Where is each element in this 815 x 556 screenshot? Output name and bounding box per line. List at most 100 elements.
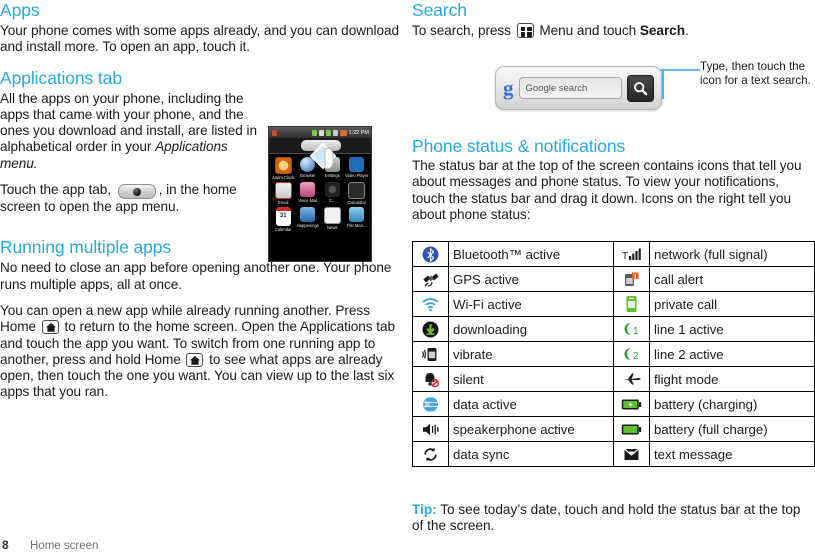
manual-page: Apps Your phone comes with some apps alr… bbox=[0, 0, 815, 556]
download-icon bbox=[422, 321, 439, 337]
label-flight-mode: flight mode bbox=[649, 366, 815, 392]
search-input[interactable]: Google search bbox=[518, 77, 622, 99]
phone-app-item: Calculator bbox=[345, 182, 370, 205]
data-sync-icon bbox=[424, 447, 437, 461]
label-data-active: data active bbox=[448, 391, 614, 417]
speakerphone-icon bbox=[423, 423, 439, 435]
icon-cell-gps bbox=[412, 266, 449, 292]
label-speakerphone: speakerphone active bbox=[448, 416, 614, 442]
phone-app-label: Happenings bbox=[296, 223, 319, 228]
label-data-sync: data sync bbox=[448, 441, 614, 467]
table-row: speakerphone active battery (full charge… bbox=[412, 416, 815, 442]
table-row: data sync text message bbox=[412, 441, 815, 467]
label-battery-charging: battery (charging) bbox=[649, 391, 815, 417]
phone-status-icon-table: Bluetooth™ active T network (full signal… bbox=[412, 241, 815, 467]
phone-app-item: Voice Mail bbox=[296, 182, 321, 205]
label-network: network (full signal) bbox=[649, 241, 815, 267]
search-icon-button[interactable] bbox=[627, 74, 654, 102]
airplane-icon bbox=[622, 373, 641, 385]
icon-cell-battery-charging bbox=[613, 391, 650, 417]
home-key-icon-2 bbox=[186, 352, 204, 367]
app-tab-icon bbox=[117, 184, 156, 200]
label-bluetooth: Bluetooth™ active bbox=[448, 241, 614, 267]
private-call-icon bbox=[626, 296, 637, 312]
tip-paragraph: Tip: To see today’s date, touch and hold… bbox=[412, 502, 815, 535]
table-row: Wi-Fi active private call bbox=[412, 291, 815, 317]
icon-cell-line2: 2 bbox=[613, 341, 650, 367]
browser-icon bbox=[300, 157, 316, 172]
svg-text:2: 2 bbox=[633, 351, 639, 362]
video-player-icon bbox=[349, 157, 365, 172]
line-1-icon: 1 bbox=[624, 323, 639, 337]
icon-cell-signal: T bbox=[613, 241, 650, 267]
google-search-widget[interactable]: g Google search bbox=[495, 66, 662, 110]
svg-text:T: T bbox=[622, 251, 628, 262]
callout-text: Type, then touch the icon for a text sea… bbox=[700, 60, 811, 87]
google-search-widget-container: g Google search bbox=[495, 66, 662, 110]
line-2-icon: 2 bbox=[624, 348, 639, 362]
paragraph-applications-tab-1: All the apps on your phone, including th… bbox=[0, 91, 258, 172]
label-private-call: private call bbox=[649, 291, 815, 317]
phone-app-item: Email bbox=[271, 182, 296, 205]
label-gps: GPS active bbox=[448, 266, 614, 292]
call-alert-icon bbox=[625, 272, 639, 286]
wifi-icon bbox=[422, 297, 439, 311]
label-silent: silent bbox=[448, 366, 614, 392]
label-battery-full: battery (full charge) bbox=[649, 416, 815, 442]
bluetooth-icon bbox=[422, 246, 439, 262]
right-column: Search To search, press Menu and touch S… bbox=[412, 0, 815, 222]
search-text-c: . bbox=[684, 23, 689, 38]
label-line2: line 2 active bbox=[649, 341, 815, 367]
phone-app-item: C... bbox=[320, 182, 345, 205]
status-notification-icon bbox=[272, 129, 277, 136]
phone-app-item: Happenings bbox=[296, 207, 321, 232]
para-text-b: Touch the app tab, bbox=[0, 182, 115, 198]
phone-app-item: Settings bbox=[320, 157, 345, 180]
status-signal-icon bbox=[332, 129, 338, 136]
icon-cell-call-alert bbox=[613, 266, 650, 292]
label-line1: line 1 active bbox=[649, 316, 815, 342]
phone-app-label: Calculator bbox=[347, 200, 367, 205]
gps-satellite-icon bbox=[422, 273, 439, 287]
label-vibrate: vibrate bbox=[448, 341, 614, 367]
label-call-alert: call alert bbox=[649, 266, 815, 292]
phone-app-label: Settings bbox=[324, 173, 340, 178]
paragraph-apps-intro: Your phone comes with some apps already,… bbox=[0, 23, 399, 55]
file-manager-icon bbox=[349, 207, 365, 222]
table-row: data active battery (charging) bbox=[412, 391, 815, 417]
footer-chapter-label: Home screen bbox=[30, 540, 99, 552]
silent-bell-icon bbox=[425, 372, 439, 387]
phone-clock: 1:22 PM bbox=[348, 129, 369, 136]
table-row: vibrate 2 line 2 active bbox=[412, 341, 815, 367]
phone-app-label: Video Player bbox=[344, 173, 369, 178]
status-table-body: Bluetooth™ active T network (full signal… bbox=[412, 241, 815, 467]
phone-app-item: News bbox=[320, 207, 345, 232]
search-bold-word: Search bbox=[639, 23, 685, 38]
status-battery-icon bbox=[339, 129, 347, 136]
phone-app-label: Calendar bbox=[274, 227, 292, 232]
icon-cell-battery-full bbox=[613, 416, 650, 442]
heading-search: Search bbox=[412, 0, 467, 20]
home-key-icon bbox=[41, 320, 59, 335]
table-row: GPS active call alert bbox=[412, 266, 815, 292]
text-message-icon bbox=[624, 448, 639, 460]
label-text-message: text message bbox=[649, 441, 815, 467]
table-row: Bluetooth™ active T network (full signal… bbox=[412, 241, 815, 267]
search-text-a: To search, press bbox=[412, 23, 515, 38]
icon-cell-data-active bbox=[412, 391, 449, 417]
icon-cell-bluetooth bbox=[412, 241, 449, 267]
settings-icon bbox=[324, 157, 340, 172]
icon-cell-silent bbox=[412, 366, 449, 392]
data-active-icon bbox=[422, 396, 439, 413]
paragraph-running-apps-2: You can open a new app while already run… bbox=[0, 303, 400, 401]
news-icon bbox=[323, 207, 341, 224]
table-row: downloading 1 line 1 active bbox=[412, 316, 815, 342]
phone-app-label: Browser bbox=[300, 173, 316, 178]
signal-bars-icon: T bbox=[622, 248, 641, 262]
search-icon bbox=[634, 81, 648, 95]
phone-app-tab-pill bbox=[301, 140, 341, 151]
vibrate-icon bbox=[421, 347, 436, 361]
icon-cell-vibrate bbox=[412, 341, 449, 367]
status-speaker-icon bbox=[318, 129, 324, 136]
paragraph-phone-status: The status bar at the top of the screen … bbox=[412, 158, 802, 222]
